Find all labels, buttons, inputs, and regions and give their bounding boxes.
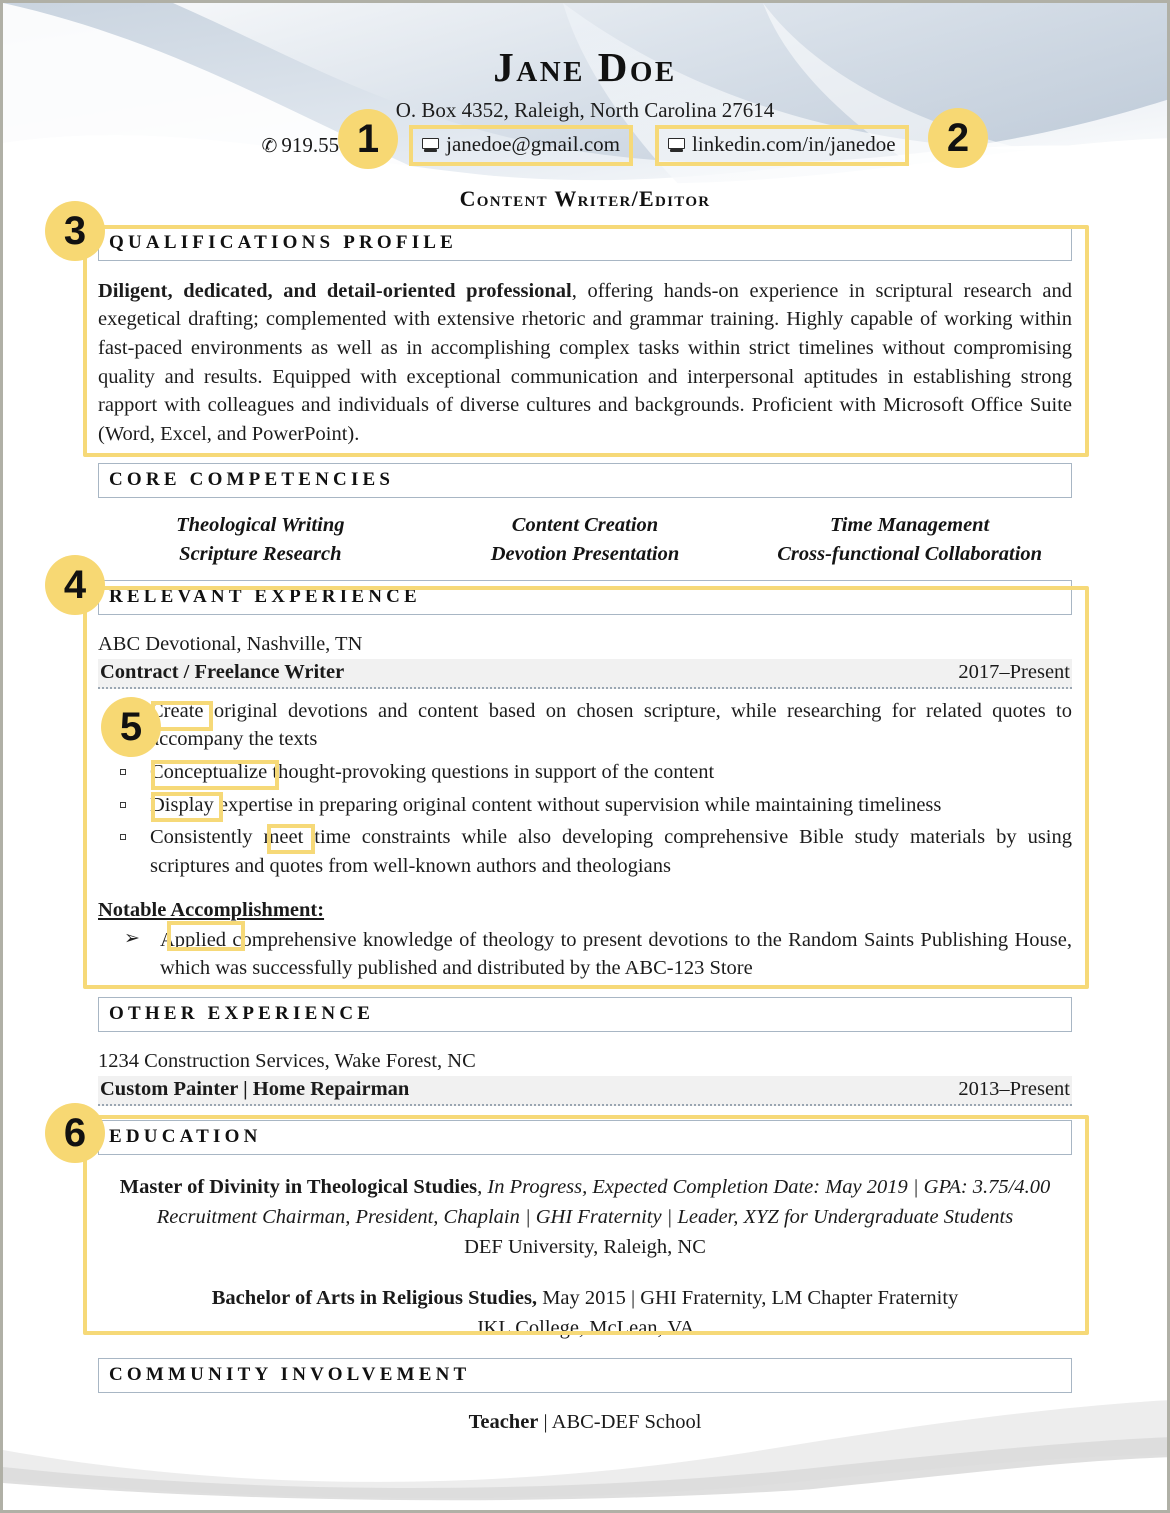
- qualifications-lead: Diligent, dedicated, and detail-oriented…: [98, 279, 572, 302]
- arrow-bullet-icon: ➢: [124, 927, 140, 949]
- degree-name: Master of Divinity in Theological Studie…: [119, 1176, 478, 1199]
- competencies-grid: Theological Writing Content Creation Tim…: [98, 514, 1072, 566]
- section-heading-relevant-experience: RELEVANT EXPERIENCE: [98, 579, 1072, 615]
- education-school: DEF University, Raleigh, NC: [464, 1235, 706, 1258]
- job-position: Contract / Freelance Writer: [100, 660, 345, 683]
- competency-item: Time Management: [830, 513, 990, 536]
- section-heading-competencies: CORE COMPETENCIES: [98, 462, 1072, 498]
- education-entry: Bachelor of Arts in Religious Studies, M…: [98, 1284, 1072, 1343]
- bullet-text: Consistently meet time constraints while…: [150, 826, 1072, 878]
- notable-list: ➢ Applied comprehensive knowledge of theo…: [98, 926, 1072, 983]
- linkedin-chip[interactable]: linkedin.com/in/janedoe: [655, 125, 909, 166]
- competency-item: Devotion Presentation: [490, 542, 680, 565]
- resume-body: QUALIFICATIONS PROFILE Diligent, dedicat…: [3, 225, 1167, 1434]
- resume-page: Jane Doe O. Box 4352, Raleigh, North Car…: [0, 0, 1170, 1513]
- job-dates: 2017–Present: [958, 660, 1070, 683]
- list-item: ➢ Applied comprehensive knowledge of theo…: [98, 926, 1072, 983]
- list-item: Consistently meet time constraints while…: [98, 823, 1072, 880]
- community-separator: |: [543, 1410, 548, 1433]
- square-bullet-icon: [120, 834, 126, 841]
- competency-item: Cross-functional Collaboration: [777, 542, 1043, 565]
- education-degree-line: Bachelor of Arts in Religious Studies, M…: [98, 1284, 1072, 1314]
- community-entry: Teacher | ABC-DEF School: [98, 1411, 1072, 1434]
- education-school: JKL College, McLean, VA: [475, 1317, 695, 1340]
- competency-item: Scripture Research: [179, 542, 342, 565]
- community-role: Teacher: [468, 1410, 539, 1433]
- degree-name: Bachelor of Arts in Religious Studies,: [211, 1287, 538, 1310]
- bullet-text: Conceptualize thought-provoking question…: [150, 761, 715, 784]
- headline: Content Writer/Editor: [459, 185, 711, 211]
- contact-row: ✆ 919.55 janedoe@gmail.com linkedin.com/i…: [3, 125, 1167, 166]
- email-text: janedoe@gmail.com: [446, 132, 620, 157]
- community-place: ABC-DEF School: [551, 1410, 702, 1433]
- square-bullet-icon: [120, 801, 126, 808]
- monitor-icon: [422, 137, 440, 152]
- job-title-row: Custom Painter | Home Repairman 2013–Pre…: [98, 1076, 1072, 1107]
- qualifications-paragraph: Diligent, dedicated, and detail-oriented…: [98, 277, 1072, 449]
- section-heading-qualifications: QUALIFICATIONS PROFILE: [98, 225, 1072, 261]
- employer-name: 1234 Construction Services, Wake Forest,…: [98, 1050, 476, 1073]
- bullet-text: Display expertise in preparing original …: [150, 793, 942, 816]
- job-dates: 2013–Present: [958, 1078, 1070, 1101]
- competency-item: Content Creation: [511, 513, 659, 536]
- employer-name: ABC Devotional, Nashville, TN: [98, 632, 363, 655]
- phone-number: 919.55: [281, 132, 340, 157]
- section-heading-other-experience: OTHER EXPERIENCE: [98, 997, 1072, 1033]
- notable-text: Applied comprehensive knowledge of theol…: [160, 928, 1072, 980]
- linkedin-text: linkedin.com/in/janedoe: [692, 132, 896, 157]
- address-line: O. Box 4352, Raleigh, North Carolina 276…: [395, 98, 775, 122]
- list-item: Conceptualize thought-provoking question…: [98, 758, 1072, 787]
- list-item: Display expertise in preparing original …: [98, 791, 1072, 820]
- job-title-row: Contract / Freelance Writer 2017–Present: [98, 658, 1072, 689]
- qualifications-body: , offering hands-on experience in script…: [98, 279, 1072, 445]
- bullet-text: Create original devotions and content ba…: [150, 699, 1072, 751]
- square-bullet-icon: [120, 769, 126, 776]
- phone-block: ✆ 919.55: [261, 132, 347, 160]
- list-item: Create original devotions and content ba…: [98, 697, 1072, 754]
- degree-detail: , In Progress, Expected Completion Date:…: [477, 1176, 1051, 1199]
- page-title: Jane Doe: [493, 44, 677, 90]
- resume-header: Jane Doe O. Box 4352, Raleigh, North Car…: [3, 3, 1167, 212]
- education-degree-line: Master of Divinity in Theological Studie…: [98, 1173, 1072, 1203]
- education-activities: Recruitment Chairman, President, Chaplai…: [156, 1205, 1014, 1228]
- degree-detail: May 2015 | GHI Fraternity, LM Chapter Fr…: [537, 1287, 959, 1310]
- email-chip[interactable]: janedoe@gmail.com: [409, 125, 633, 166]
- job-bullet-list: Create original devotions and content ba…: [98, 697, 1072, 881]
- education-entry: Master of Divinity in Theological Studie…: [98, 1173, 1072, 1262]
- pen-icon: ✆: [261, 135, 278, 157]
- section-heading-community: COMMUNITY INVOLVEMENT: [98, 1357, 1072, 1393]
- competency-item: Theological Writing: [176, 513, 345, 536]
- notable-accomplishment-label: Notable Accomplishment:: [98, 898, 325, 921]
- monitor-icon: [668, 137, 685, 152]
- job-position: Custom Painter | Home Repairman: [100, 1078, 410, 1101]
- section-heading-education: EDUCATION: [98, 1120, 1072, 1156]
